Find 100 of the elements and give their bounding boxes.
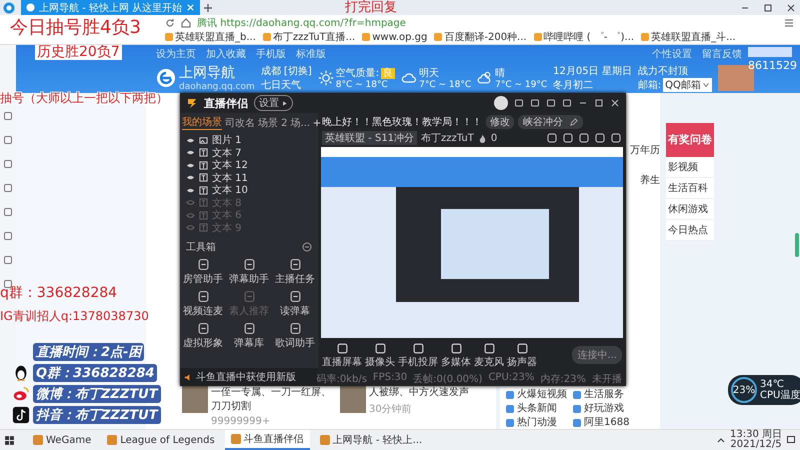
quick-link[interactable]: 生活百科: [666, 178, 714, 199]
app-title: 直播伴侣: [204, 96, 248, 110]
side-link[interactable]: 养生: [640, 173, 660, 187]
bookmark-item[interactable]: 百度翻译-200种...: [434, 30, 527, 44]
tool-button[interactable]: 虚拟形象: [180, 322, 226, 350]
source-item[interactable]: 文本 7: [186, 146, 312, 159]
news-headline[interactable]: 人被绑、中方火速发声: [369, 385, 469, 399]
tool-icon[interactable]: [578, 132, 590, 144]
close-icon[interactable]: [610, 98, 620, 108]
pencil-icon[interactable]: [569, 118, 578, 126]
photo-placeholder: [340, 385, 366, 413]
temperature-range: 7°C ~ 19°C: [495, 80, 548, 90]
notification-icon[interactable]: [786, 435, 796, 445]
tool-icon[interactable]: [546, 132, 558, 144]
source-button[interactable]: 直播屏幕: [322, 342, 362, 368]
bookmark-item[interactable]: www.op.gg: [362, 32, 428, 42]
sun-icon: [318, 70, 334, 86]
source-button[interactable]: 麦克风: [474, 342, 504, 368]
caret-icon[interactable]: [702, 81, 710, 89]
tool-icon[interactable]: [610, 132, 622, 144]
source-item[interactable]: 文本 11: [186, 172, 312, 184]
avatar[interactable]: [494, 96, 508, 110]
quick-link[interactable]: 影视频: [666, 157, 714, 178]
tool-icon: [288, 290, 302, 303]
bookmark-item[interactable]: 英雄联盟直播_b...: [165, 30, 256, 44]
new-tab-icon[interactable]: [203, 2, 214, 12]
taskbar-item[interactable]: 斗鱼直播伴侣: [224, 430, 310, 450]
tool-icon[interactable]: [562, 132, 574, 144]
tool-button[interactable]: 弹幕助手: [226, 258, 272, 286]
category-field[interactable]: 峡谷冲分: [518, 115, 583, 129]
scene-tab[interactable]: 司改名: [225, 116, 255, 130]
service-link[interactable]: 生活服务: [573, 389, 630, 402]
sidebar-icon[interactable]: [3, 159, 13, 169]
more-icon[interactable]: [302, 242, 312, 252]
service-link[interactable]: 头条新闻: [506, 402, 567, 416]
service-link[interactable]: 好玩游戏: [573, 402, 630, 416]
stream-title: 晚上好！！黑色玫瑰！教学局！！！: [322, 116, 482, 129]
sidebar-icon[interactable]: [3, 255, 13, 265]
taskbar-item[interactable]: WeGame: [27, 431, 98, 449]
edit-button[interactable]: 修改: [486, 115, 514, 129]
tool-button[interactable]: 弹幕库: [226, 322, 272, 350]
site-logo-text: 上网导航: [179, 64, 236, 82]
reload-icon[interactable]: [165, 18, 175, 28]
scene-tab[interactable]: 场...: [290, 116, 310, 130]
home-icon[interactable]: [181, 18, 191, 28]
scrollbar-thumb[interactable]: [795, 233, 799, 257]
tool-button[interactable]: 视频连麦: [180, 290, 226, 318]
quick-link[interactable]: 今日热点: [666, 220, 714, 241]
mail-select[interactable]: QQ邮箱: [663, 78, 712, 92]
settings-pill[interactable]: 设置: [254, 95, 293, 111]
start-stream-button[interactable]: 连接中...: [572, 346, 622, 364]
tool-button[interactable]: 读弹幕: [272, 290, 318, 318]
quick-link[interactable]: 休闲游戏: [666, 199, 714, 220]
sidebar-icon[interactable]: [3, 183, 13, 193]
source-button[interactable]: 多媒体: [441, 342, 471, 368]
notice-bar[interactable]: 斗鱼直播中获使用新版: [180, 368, 318, 386]
weather-label: 空气质量: 良: [336, 66, 396, 80]
city-label[interactable]: 成都 [切换]: [260, 64, 312, 78]
news-headline[interactable]: 一侄一专属、一刀一红屏、刀刀切割: [211, 385, 332, 413]
tool-button[interactable]: 歌词助手: [272, 322, 318, 350]
service-link[interactable]: 热门动漫: [506, 416, 567, 429]
sidebar-icon[interactable]: [3, 111, 13, 121]
game-tag[interactable]: 英雄联盟 - S11冲分: [322, 131, 418, 145]
scene-tab[interactable]: 我的场景: [182, 115, 222, 130]
source-item[interactable]: 文本 12: [186, 159, 312, 172]
menu-icon[interactable]: [784, 18, 794, 28]
tool-icon[interactable]: [594, 132, 606, 144]
overlay-text: Q群：336828284: [33, 364, 158, 382]
service-link[interactable]: 火爆短视频: [506, 389, 567, 402]
tool-button[interactable]: 主播任务: [272, 258, 318, 286]
service-link[interactable]: 阿里1688: [573, 416, 630, 429]
taskbar-clock[interactable]: 13:30 周日 2021/12/5: [730, 430, 782, 450]
sidebar-icon[interactable]: [3, 231, 13, 241]
close-icon[interactable]: [786, 2, 796, 12]
source-item[interactable]: 图片 1: [186, 134, 312, 146]
bookmark-item[interactable]: 英雄联盟直播_斗...: [641, 30, 736, 44]
bookmark-item[interactable]: 哔哩哔哩 ( ゜- ゜)...: [534, 30, 634, 44]
bookmark-item[interactable]: 布丁zzzTuT直播...: [262, 30, 356, 44]
add-icon[interactable]: [313, 118, 322, 126]
taskbar-item[interactable]: 上网导航 - 轻快上...: [314, 431, 428, 449]
maximize-icon[interactable]: [594, 98, 604, 108]
sidebar-icon[interactable]: [3, 135, 13, 145]
source-button[interactable]: 摄像头: [365, 342, 395, 368]
source-icon: [336, 342, 348, 354]
tool-button[interactable]: 房管助手: [180, 258, 226, 286]
sidebar-icon[interactable]: [3, 207, 13, 217]
source-button[interactable]: 手机投屏: [398, 342, 438, 368]
survey-banner[interactable]: 有奖问卷: [666, 123, 714, 157]
app-icon: [230, 434, 241, 444]
maximize-icon[interactable]: [763, 2, 773, 12]
source-item[interactable]: 文本 10: [186, 184, 312, 196]
side-link[interactable]: 万年历: [630, 143, 660, 157]
source-button[interactable]: 扬声器: [507, 342, 537, 368]
status-text: 丢帧:0(0.00%): [413, 372, 482, 386]
taskbar-item[interactable]: League of Legends: [101, 431, 221, 449]
bookmark-icon: [362, 33, 370, 41]
tool-icon: [196, 322, 210, 335]
windows-start-icon[interactable]: [4, 434, 15, 446]
bookmark-icon: [165, 33, 173, 41]
scene-tab[interactable]: 场景 2: [258, 116, 288, 130]
